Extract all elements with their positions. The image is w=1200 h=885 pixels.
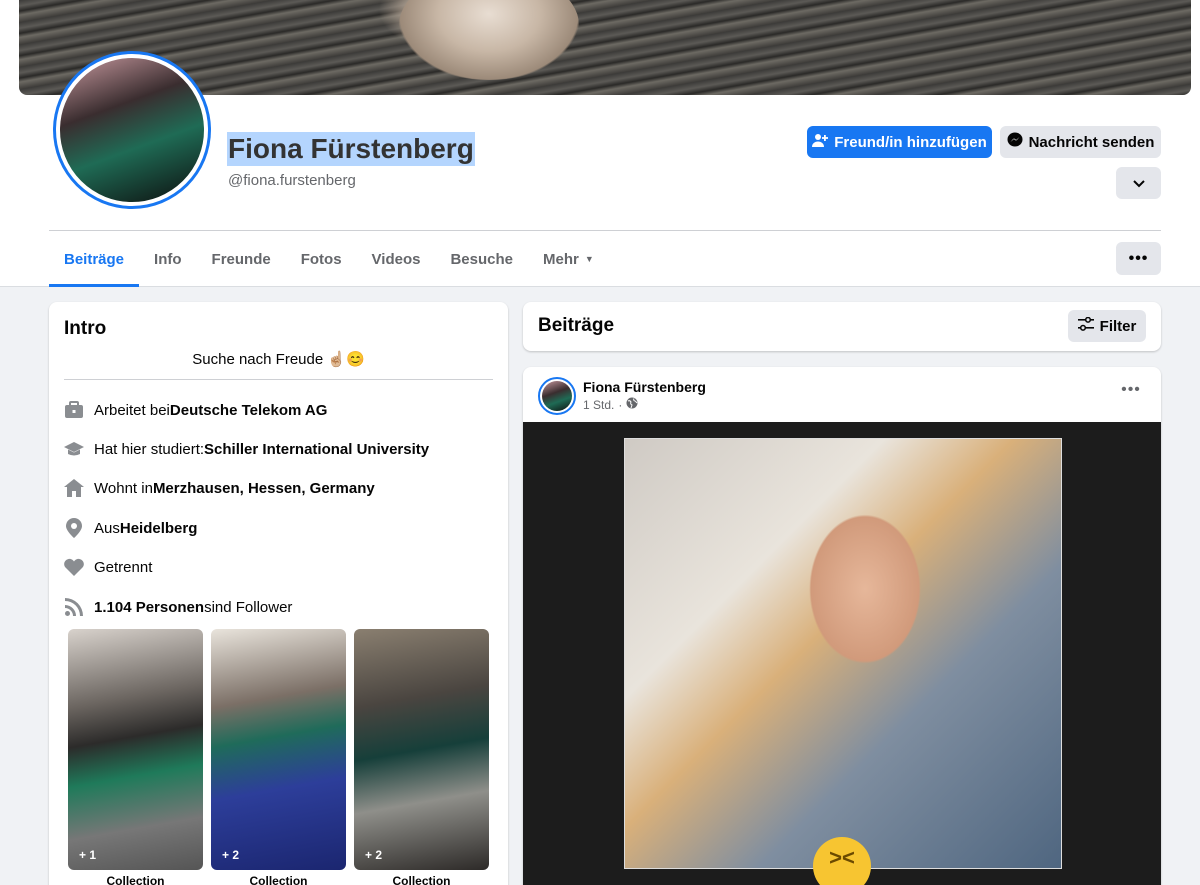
- intro-item-value[interactable]: Merzhausen, Hessen, Germany: [153, 480, 375, 497]
- tab-label: Videos: [371, 250, 421, 268]
- tab-label: Info: [154, 250, 182, 268]
- intro-item-residence: Wohnt in Merzhausen, Hessen, Germany: [64, 476, 375, 500]
- location-pin-icon: [64, 518, 84, 538]
- post-timestamp[interactable]: 1 Std.: [583, 398, 614, 412]
- caret-down-icon: ▼: [584, 254, 594, 264]
- collection-caption[interactable]: Collection: [354, 874, 489, 885]
- intro-item-value[interactable]: Schiller International University: [204, 441, 429, 458]
- posts-title: Beiträge: [538, 315, 615, 336]
- tab-beitraege[interactable]: Beiträge: [49, 231, 140, 287]
- rss-icon: [64, 597, 84, 617]
- intro-item-text: Wohnt in: [94, 479, 153, 497]
- profile-options-button[interactable]: [1116, 167, 1161, 199]
- intro-item-relationship: Getrennt: [64, 555, 152, 579]
- chevron-down-icon: [1132, 175, 1145, 192]
- intro-item-text: sind Follower: [204, 598, 293, 616]
- tab-fotos[interactable]: Fotos: [286, 231, 357, 287]
- post-author-name[interactable]: Fiona Fürstenberg: [583, 379, 706, 395]
- sliders-icon: [1077, 316, 1094, 335]
- tab-mehr[interactable]: Mehr ▼: [528, 231, 609, 287]
- tab-freunde[interactable]: Freunde: [197, 231, 286, 287]
- collection-caption[interactable]: Collection: [211, 874, 346, 885]
- intro-item-followers: 1.104 Personen sind Follower: [64, 595, 292, 619]
- post-meta: 1 Std. ·: [583, 397, 638, 412]
- featured-collection[interactable]: + 1: [68, 629, 203, 870]
- tab-label: Mehr: [543, 250, 579, 268]
- posts-header-card: Beiträge Filter: [523, 302, 1161, 351]
- collection-caption[interactable]: Collection: [68, 874, 203, 885]
- featured-collection[interactable]: + 2: [354, 629, 489, 870]
- profile-handle: @fiona.furstenberg: [228, 172, 356, 189]
- filter-label: Filter: [1099, 317, 1137, 335]
- ellipsis-icon: •••: [1121, 381, 1141, 398]
- add-friend-icon: [812, 132, 829, 152]
- collection-count: + 1: [79, 848, 97, 862]
- heart-icon: [64, 557, 84, 577]
- intro-item-education: Hat hier studiert: Schiller Internationa…: [64, 437, 429, 461]
- intro-title: Intro: [64, 318, 107, 339]
- intro-item-value[interactable]: Heidelberg: [120, 520, 198, 537]
- intro-divider: [64, 379, 493, 380]
- avatar-image: [56, 54, 208, 206]
- add-friend-label: Freund/in hinzufügen: [834, 133, 987, 151]
- intro-bio: Suche nach Freude ☝🏼😊: [192, 351, 365, 368]
- send-message-button[interactable]: Nachricht senden: [1000, 126, 1161, 158]
- intro-item-text: Getrennt: [94, 558, 153, 576]
- post-photo[interactable]: [624, 438, 1062, 869]
- collection-count: + 2: [222, 848, 240, 862]
- tab-label: Freunde: [211, 250, 271, 268]
- tab-besuche[interactable]: Besuche: [435, 231, 528, 287]
- cover-photo[interactable]: [19, 0, 1191, 95]
- globe-icon[interactable]: [626, 397, 638, 412]
- tab-label: Beiträge: [64, 250, 125, 268]
- messenger-icon: [1007, 132, 1023, 152]
- intro-item-origin: Aus Heidelberg: [64, 516, 197, 540]
- ellipsis-icon: •••: [1128, 249, 1149, 267]
- home-icon: [64, 478, 84, 498]
- profile-name: Fiona Fürstenberg: [227, 132, 475, 166]
- intro-card: Intro Suche nach Freude ☝🏼😊 Arbeitet bei…: [49, 302, 508, 885]
- meta-separator: ·: [618, 397, 623, 412]
- profile-tabs: Beiträge Info Freunde Fotos Videos Besuc…: [49, 231, 609, 287]
- more-options-button[interactable]: •••: [1116, 242, 1161, 275]
- post-author-avatar[interactable]: [538, 377, 576, 415]
- tab-videos[interactable]: Videos: [357, 231, 436, 287]
- intro-item-text: Hat hier studiert:: [94, 440, 205, 458]
- briefcase-icon: [64, 400, 84, 420]
- tab-label: Besuche: [450, 250, 513, 268]
- profile-avatar[interactable]: [53, 51, 211, 209]
- featured-collection[interactable]: + 2: [211, 629, 346, 870]
- followers-count[interactable]: 1.104 Personen: [94, 599, 204, 616]
- filter-button[interactable]: Filter: [1068, 310, 1146, 342]
- add-friend-button[interactable]: Freund/in hinzufügen: [807, 126, 992, 158]
- send-message-label: Nachricht senden: [1028, 133, 1155, 151]
- intro-item-text: Aus: [94, 519, 120, 537]
- tab-info[interactable]: Info: [139, 231, 197, 287]
- graduation-cap-icon: [64, 439, 84, 459]
- post-options-button[interactable]: •••: [1119, 381, 1143, 405]
- post-media[interactable]: ><: [523, 422, 1161, 885]
- collection-count: + 2: [365, 848, 383, 862]
- avatar-image: [542, 381, 572, 411]
- intro-item-value[interactable]: Deutsche Telekom AG: [170, 402, 328, 419]
- post-card: Fiona Fürstenberg 1 Std. · ••• ><: [523, 367, 1161, 885]
- tab-label: Fotos: [300, 250, 342, 268]
- intro-item-work: Arbeitet bei Deutsche Telekom AG: [64, 398, 327, 422]
- intro-item-text: Arbeitet bei: [94, 401, 170, 419]
